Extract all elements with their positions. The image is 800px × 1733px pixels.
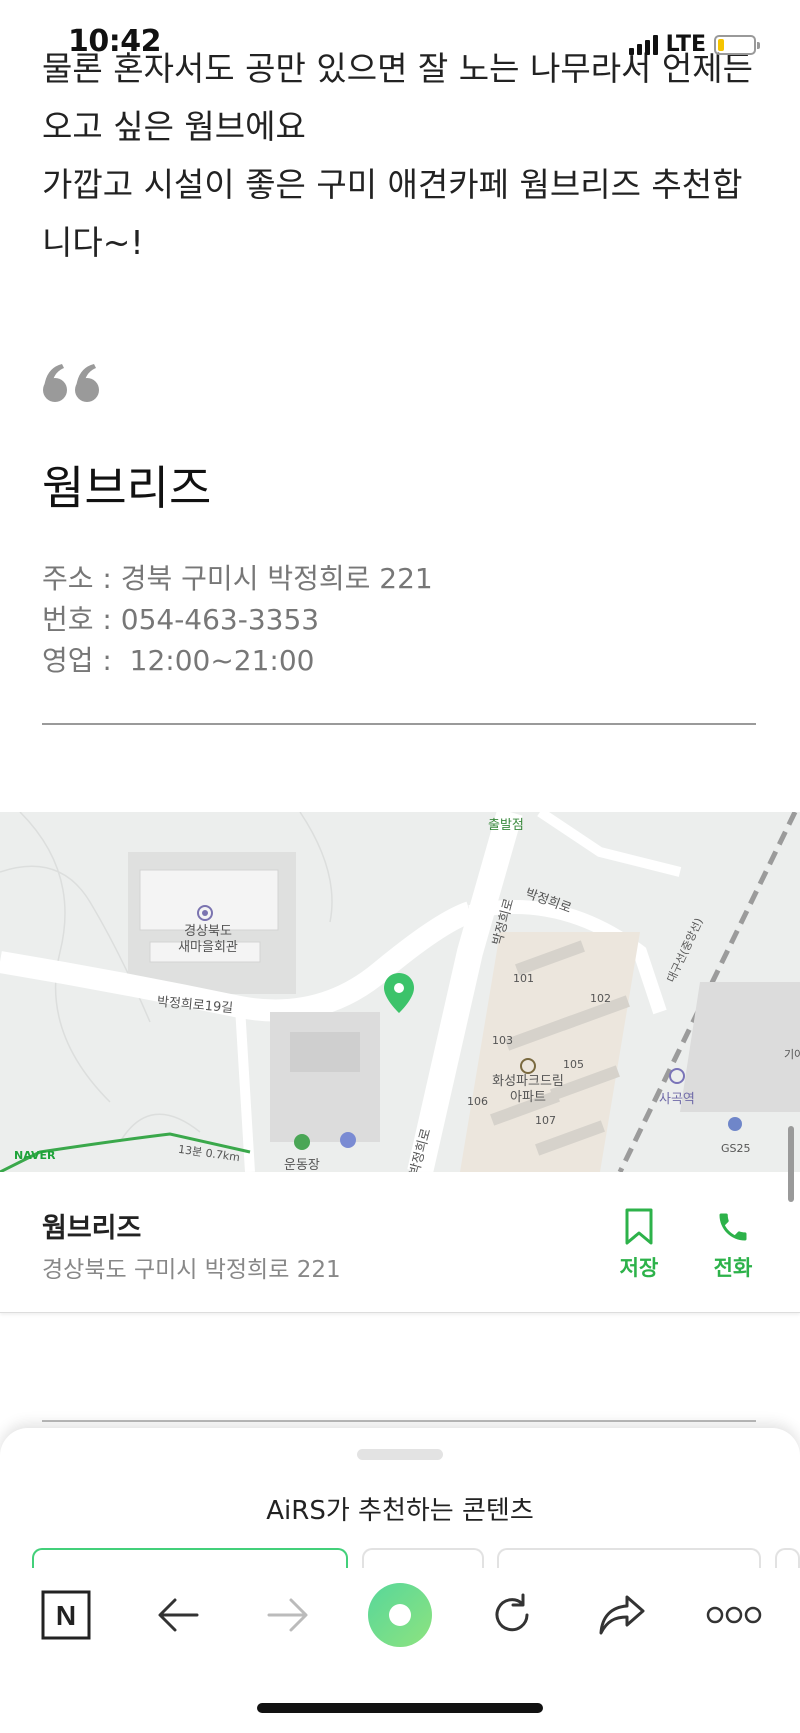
save-label: 저장 (619, 1256, 659, 1280)
map-label-gs25: GS25 (721, 1142, 751, 1155)
more-icon (706, 1606, 762, 1624)
map-label-apartment: 화성파크드림 아파트 (492, 1074, 564, 1105)
info-address: 주소 : 경북 구미시 박정희로 221 (42, 562, 433, 595)
status-time: 10:42 (68, 24, 162, 59)
place-title: 웜브리즈 (42, 461, 212, 515)
info-phone: 번호 : 054-463-3353 (42, 603, 320, 636)
recommend-tab[interactable] (32, 1548, 348, 1568)
map-label-dong: 102 (590, 992, 611, 1005)
map-label-dong: 105 (563, 1058, 584, 1071)
map-label-stadium: 운동장 (284, 1158, 320, 1172)
naver-home-button[interactable]: N (30, 1568, 102, 1662)
map-label-dong: 101 (513, 972, 534, 985)
signal-icon (628, 34, 658, 55)
sheet-title: AiRS가 추천하는 콘텐츠 (266, 1496, 534, 1526)
forward-arrow-icon (267, 1598, 308, 1632)
quote-icon (43, 364, 99, 402)
network-type: LTE (665, 32, 706, 57)
home-indicator[interactable] (257, 1703, 543, 1713)
map-label-dong: 103 (492, 1034, 513, 1047)
place-card-name: 웜브리즈 (42, 1213, 142, 1244)
map-pin-icon[interactable] (382, 972, 416, 1014)
article-line: 니다~! (42, 223, 144, 262)
place-info: 주소 : 경북 구미시 박정희로 221 번호 : 054-463-3353 영… (42, 558, 433, 681)
recommend-tab[interactable] (775, 1548, 800, 1568)
map-label-building: 경상북도 새마을회관 (178, 924, 238, 955)
section-divider (42, 723, 756, 725)
sheet-drag-handle[interactable] (357, 1449, 443, 1460)
browser-toolbar: N (0, 1568, 800, 1662)
map-label-start: 출발점 (488, 818, 524, 833)
save-button[interactable]: 저장 (604, 1208, 674, 1282)
article-line: 오고 싶은 웜브에요 (42, 107, 306, 146)
back-arrow-icon (158, 1598, 199, 1632)
map-label-dong: 106 (467, 1095, 488, 1108)
section-divider (42, 1420, 756, 1422)
more-button[interactable] (696, 1568, 772, 1662)
bookmark-icon (625, 1208, 653, 1245)
article-line: 가깝고 시설이 좋은 구미 애견카페 웜브리즈 추천합 (42, 165, 743, 204)
map-label-station: 사곡역 (659, 1092, 695, 1107)
share-button[interactable] (586, 1568, 658, 1662)
refresh-button[interactable] (476, 1568, 548, 1662)
recommend-tab[interactable] (362, 1548, 484, 1568)
call-button[interactable]: 전화 (698, 1208, 768, 1282)
forward-button[interactable] (252, 1568, 324, 1662)
map-label-dong: 107 (535, 1114, 556, 1127)
recommend-tab[interactable] (497, 1548, 761, 1568)
phone-icon (719, 1213, 747, 1241)
back-button[interactable] (142, 1568, 214, 1662)
naver-home-icon: N (41, 1590, 91, 1640)
naver-home-letter: N (56, 1600, 76, 1631)
status-right: LTE (628, 32, 760, 57)
call-label: 전화 (713, 1256, 753, 1280)
status-bar: 10:42 LTE (0, 0, 800, 80)
refresh-icon (495, 1593, 529, 1632)
scrollbar[interactable] (788, 1126, 794, 1202)
map-label-edge: 기아 (784, 1048, 800, 1061)
place-card-address: 경상북도 구미시 박정희로 221 (42, 1257, 341, 1283)
place-card[interactable]: 웜브리즈 경상북도 구미시 박정희로 221 저장 전화 (0, 1172, 800, 1313)
info-hours: 영업 : 12:00~21:00 (42, 644, 315, 677)
green-dot-icon (368, 1583, 432, 1647)
green-dot-button[interactable] (363, 1568, 437, 1662)
naver-logo: NAVER (14, 1149, 56, 1162)
battery-icon (714, 34, 760, 55)
share-icon (599, 1595, 645, 1635)
